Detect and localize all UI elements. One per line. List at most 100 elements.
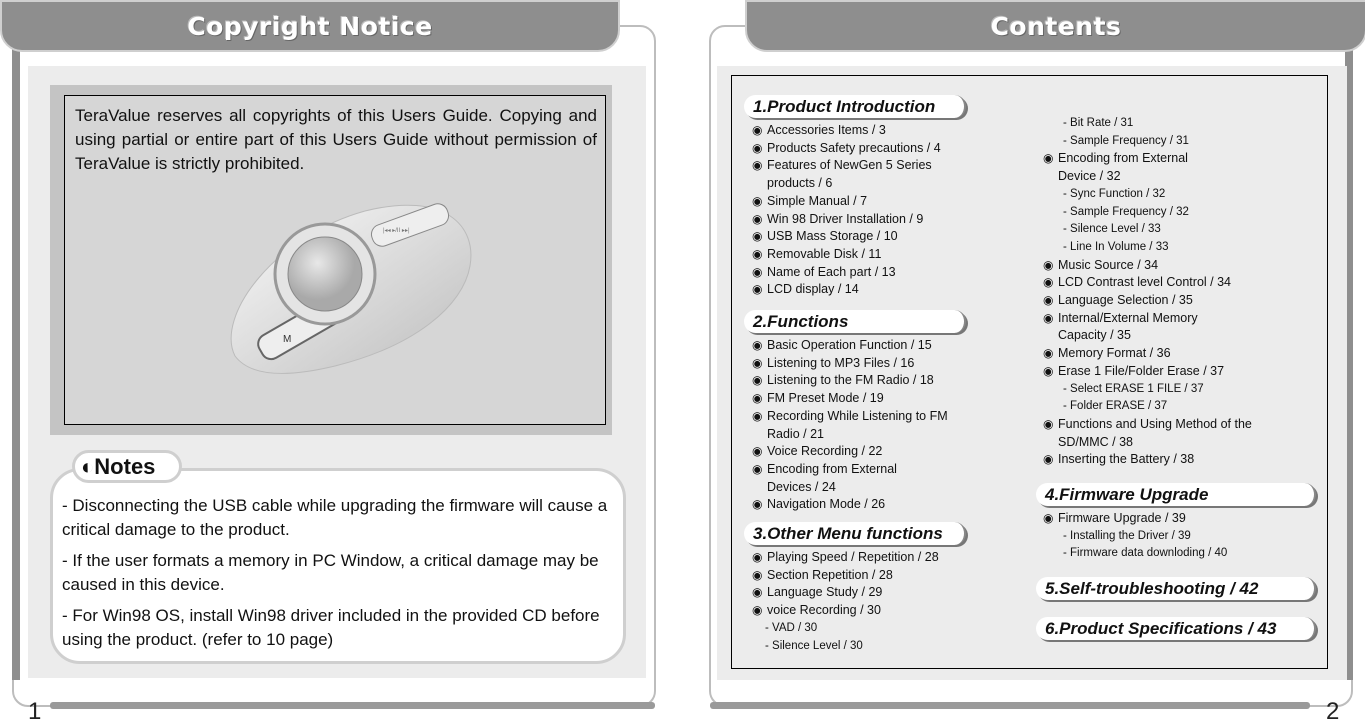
- toc-entry[interactable]: ◉ LCD Contrast level Control / 34: [1043, 274, 1231, 292]
- toc-entry[interactable]: ◉ Name of Each part / 13: [752, 264, 896, 282]
- toc-entry[interactable]: ◉ FM Preset Mode / 19: [752, 390, 884, 408]
- right-page-banner: Contents: [745, 0, 1365, 52]
- svg-text:M: M: [283, 334, 291, 345]
- toc-entry[interactable]: ◉ Language Study / 29: [752, 584, 882, 602]
- copyright-box: TeraValue reserves all copyrights of thi…: [64, 95, 606, 425]
- toc-entry[interactable]: Capacity / 35: [1043, 327, 1131, 345]
- toc-section-heading[interactable]: 5.Self-troubleshooting / 42: [1036, 577, 1316, 600]
- toc-entry[interactable]: ◉ Encoding from External: [752, 461, 897, 479]
- toc-entry[interactable]: ◉ Removable Disk / 11: [752, 246, 881, 264]
- bullet-icon: ◉: [752, 567, 763, 582]
- toc-subentry[interactable]: - Line In Volume / 33: [1063, 239, 1168, 257]
- toc-entry[interactable]: ◉ USB Mass Storage / 10: [752, 228, 898, 246]
- toc-entry[interactable]: ◉ Firmware Upgrade / 39: [1043, 510, 1186, 528]
- toc-entry[interactable]: ◉ Simple Manual / 7: [752, 193, 867, 211]
- page-title: Contents: [990, 11, 1122, 41]
- page-title: Copyright Notice: [187, 11, 433, 41]
- toc-subentry[interactable]: - VAD / 30: [765, 620, 817, 638]
- toc-entry[interactable]: ◉ Playing Speed / Repetition / 28: [752, 549, 939, 567]
- toc-section-heading[interactable]: 3.Other Menu functions: [744, 522, 966, 545]
- toc-entry[interactable]: ◉ Recording While Listening to FM: [752, 408, 948, 426]
- page-number: 1: [28, 698, 42, 725]
- toc-entry[interactable]: ◉ Features of NewGen 5 Series: [752, 157, 932, 175]
- bullet-icon: ◉: [752, 444, 763, 459]
- toc-subentry[interactable]: - Folder ERASE / 37: [1063, 398, 1167, 416]
- toc-subentry[interactable]: - Installing the Driver / 39: [1063, 528, 1191, 546]
- toc-entry[interactable]: ◉ Win 98 Driver Installation / 9: [752, 211, 923, 229]
- toc-entry[interactable]: ◉ Inserting the Battery / 38: [1043, 451, 1194, 469]
- toc-entry[interactable]: ◉ Navigation Mode / 26: [752, 496, 885, 514]
- toc-section-heading[interactable]: 1.Product Introduction: [744, 95, 966, 118]
- bullet-icon: ◉: [752, 338, 763, 352]
- toc-entry[interactable]: ◉ voice Recording / 30: [752, 602, 881, 620]
- toc-subentry[interactable]: - Silence Level / 30: [765, 638, 863, 656]
- bullet-icon: ◉: [752, 264, 763, 279]
- bullet-icon: ◉: [1043, 346, 1054, 361]
- left-bottom-bar: [50, 702, 655, 709]
- toc-entry[interactable]: ◉ Music Source / 34: [1043, 257, 1158, 275]
- note-item: - For Win98 OS, install Win98 driver inc…: [62, 606, 600, 649]
- page-number: 2: [1326, 698, 1340, 725]
- toc-section-heading[interactable]: 6.Product Specifications / 43: [1036, 617, 1316, 640]
- toc-entry[interactable]: ◉ Accessories Items / 3: [752, 122, 886, 140]
- bullet-icon: ◉: [1043, 257, 1054, 272]
- toc-entry[interactable]: Device / 32: [1043, 168, 1121, 186]
- bullet-icon: ◉: [752, 246, 763, 261]
- bullet-icon: ◉: [1043, 310, 1054, 325]
- bullet-icon: ◉: [1043, 293, 1054, 307]
- bullet-icon: ◉: [752, 373, 763, 388]
- toc-entry[interactable]: SD/MMC / 38: [1043, 434, 1133, 452]
- toc-subentry[interactable]: - Select ERASE 1 FILE / 37: [1063, 381, 1204, 399]
- bullet-icon: ◉: [752, 585, 763, 600]
- bullet-icon: ◉: [1043, 452, 1054, 467]
- toc-entry[interactable]: ◉ Products Safety precautions / 4: [752, 140, 941, 158]
- bullet-icon: ◉: [752, 193, 763, 208]
- bullet-icon: ◉: [752, 158, 763, 173]
- bullet-icon: ◉: [752, 355, 763, 370]
- left-page-banner: Copyright Notice: [0, 0, 620, 52]
- bullet-icon: ◉: [752, 140, 763, 155]
- toc-subentry[interactable]: - Sample Frequency / 32: [1063, 204, 1189, 222]
- toc-subentry[interactable]: - Sample Frequency / 31: [1063, 133, 1189, 151]
- toc-entry[interactable]: ◉ Memory Format / 36: [1043, 345, 1171, 363]
- toc-entry[interactable]: products / 6: [752, 175, 832, 193]
- toc-section-heading[interactable]: 2.Functions: [744, 310, 966, 333]
- toc-subentry[interactable]: - Sync Function / 32: [1063, 186, 1165, 204]
- toc-entry[interactable]: ◉ Listening to MP3 Files / 16: [752, 355, 914, 373]
- toc-entry[interactable]: ◉ Basic Operation Function / 15: [752, 337, 932, 355]
- toc-entry[interactable]: ◉ Encoding from External: [1043, 150, 1188, 168]
- right-bottom-bar: [710, 702, 1310, 709]
- toc-entry[interactable]: ◉ Language Selection / 35: [1043, 292, 1193, 310]
- toc-subentry[interactable]: - Firmware data downloding / 40: [1063, 545, 1227, 563]
- bullet-icon: ◉: [752, 461, 763, 476]
- bullet-icon: ◉: [1043, 416, 1054, 431]
- bullet-icon: ◉: [752, 603, 763, 618]
- bullet-icon: ◉: [1043, 363, 1054, 378]
- bullet-icon: ◉: [752, 229, 763, 244]
- toc-entry[interactable]: ◉ LCD display / 14: [752, 281, 859, 299]
- bullet-icon: ◉: [752, 497, 763, 512]
- note-item: - If the user formats a memory in PC Win…: [62, 551, 599, 594]
- toc-entry[interactable]: ◉ Erase 1 File/Folder Erase / 37: [1043, 363, 1224, 381]
- bullet-icon: ◉: [1043, 275, 1054, 290]
- bullet-icon: ◉: [752, 391, 763, 406]
- bullet-icon: ◉: [752, 408, 763, 423]
- bullet-icon: ◉: [752, 550, 763, 564]
- left-page-stripe: [12, 40, 20, 680]
- bullet-icon: ◉: [752, 123, 763, 137]
- toc-entry[interactable]: ◉ Section Repetition / 28: [752, 567, 893, 585]
- half-circle-icon: ◐: [81, 454, 95, 479]
- device-image: |◂◂ ▸/II ▸▸| M: [230, 203, 472, 374]
- button-label: |◂◂ ▸/II ▸▸|: [383, 228, 410, 234]
- copyright-text: TeraValue reserves all copyrights of thi…: [75, 106, 597, 173]
- toc-subentry[interactable]: - Silence Level / 33: [1063, 221, 1161, 239]
- toc-entry[interactable]: Devices / 24: [752, 479, 836, 497]
- toc-entry[interactable]: ◉ Voice Recording / 22: [752, 443, 882, 461]
- toc-entry[interactable]: Radio / 21: [752, 426, 824, 444]
- toc-entry[interactable]: ◉ Internal/External Memory: [1043, 310, 1198, 328]
- bullet-icon: ◉: [752, 282, 763, 297]
- toc-entry[interactable]: ◉ Functions and Using Method of the: [1043, 416, 1252, 434]
- toc-entry[interactable]: ◉ Listening to the FM Radio / 18: [752, 372, 934, 390]
- toc-subentry[interactable]: - Bit Rate / 31: [1063, 115, 1133, 133]
- toc-section-heading[interactable]: 4.Firmware Upgrade: [1036, 483, 1316, 506]
